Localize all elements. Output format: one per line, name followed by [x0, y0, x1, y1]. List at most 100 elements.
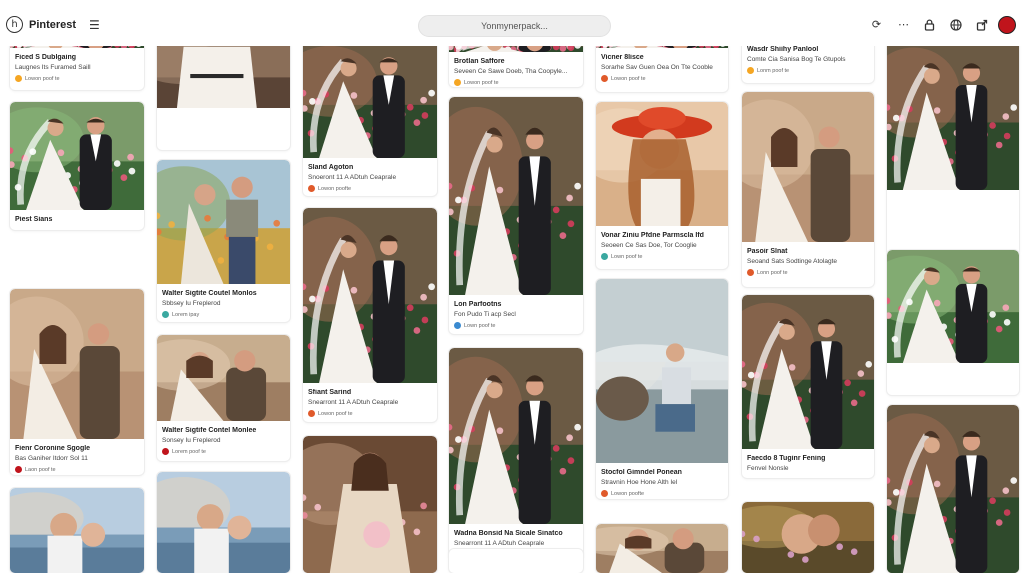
- pin-card[interactable]: Vonar Ziniu Pfdne Parmscla Ifd Seoeen Ce …: [596, 102, 728, 269]
- pin-author[interactable]: Lowon poof te: [601, 75, 724, 82]
- pin-description: Fon Pudo Ti acp Secl: [454, 311, 516, 318]
- pin-title: Piest Sians: [15, 216, 53, 223]
- pin-image[interactable]: [449, 348, 583, 524]
- pin-description: Comte Cia Sanisa Bog Te Gtupols: [747, 56, 846, 63]
- pin-title: Pasoir Slnat: [747, 248, 788, 255]
- author-avatar-icon: [747, 67, 754, 74]
- author-avatar-icon: [454, 322, 461, 329]
- pin-card[interactable]: Ficed S Dublgaing Laugnes Its Furamed Sai…: [10, 40, 144, 90]
- pin-author[interactable]: Lowon poofte: [308, 185, 433, 192]
- pin-author[interactable]: Lowon poof te: [15, 75, 140, 82]
- pin-author[interactable]: Lorem poof te: [162, 448, 286, 455]
- author-label: Lowon poofte: [318, 185, 352, 192]
- pin-description: Sbbsey Iu Freplerod: [162, 300, 221, 307]
- pin-image[interactable]: [10, 289, 144, 439]
- author-label: Lonm poof te: [757, 67, 790, 74]
- pin-author[interactable]: Lonm poof te: [747, 67, 870, 74]
- pin-card[interactable]: Wasdr Shiihy Panlool Comte Cia Sanisa Bog…: [742, 40, 874, 83]
- pin-card[interactable]: Walter Sigtife Contel Monlee Sonsey Iu Fr…: [157, 335, 290, 461]
- pin-description: Snearront 11 A ADtuh Ceaprale: [454, 540, 545, 547]
- pin-image[interactable]: [157, 472, 290, 573]
- pin-image[interactable]: [742, 92, 874, 242]
- pin-image[interactable]: [887, 405, 1019, 573]
- pin-description: Seoeen Ce Sas Doe, Tor Cooglie: [601, 242, 697, 249]
- pin-card[interactable]: [449, 549, 583, 573]
- more-icon[interactable]: ⋯: [896, 17, 911, 32]
- author-label: Lown poof te: [611, 253, 643, 260]
- author-label: Lowon poof te: [25, 75, 60, 82]
- pin-grid: Ficed S Dublgaing Laugnes Its Furamed Sai…: [0, 0, 1024, 573]
- pin-author[interactable]: Lorem ipay: [162, 311, 286, 318]
- pin-image[interactable]: [596, 279, 728, 463]
- pin-image[interactable]: [10, 488, 144, 573]
- pin-title: Sfiant Sarind: [308, 389, 352, 396]
- author-avatar-icon: [601, 253, 608, 260]
- pin-image[interactable]: [887, 250, 1019, 363]
- author-label: Lonn poof te: [757, 269, 788, 276]
- pin-card[interactable]: [887, 250, 1019, 395]
- pin-image[interactable]: [449, 97, 583, 295]
- pin-author[interactable]: Laon poof te: [15, 466, 140, 473]
- pin-image[interactable]: [742, 502, 874, 573]
- top-bar: h Pinterest ☰ Yonmynerpack... ⟳ ⋯: [0, 0, 1024, 46]
- pin-title: Walter Sigtife Contel Monlee: [162, 427, 257, 434]
- pin-image[interactable]: [303, 208, 437, 383]
- author-avatar-icon: [454, 79, 461, 86]
- author-label: Lowon poof te: [611, 75, 646, 82]
- pin-author[interactable]: Lowon poof te: [308, 410, 433, 417]
- pin-card[interactable]: Sland Agoton Snoeront 11 A ADtuh Ceaprale…: [303, 40, 437, 196]
- pin-card[interactable]: [596, 524, 728, 573]
- pin-image[interactable]: [157, 335, 290, 421]
- pin-description: Seveen Ce Sawe Doeb, Tha Coopyle...: [454, 68, 568, 75]
- globe-icon[interactable]: [948, 17, 963, 32]
- pin-author[interactable]: Lowon poofte: [601, 490, 724, 497]
- pin-image[interactable]: [742, 295, 874, 449]
- search-input[interactable]: Yonmynerpack...: [418, 15, 611, 37]
- pin-card[interactable]: [157, 40, 290, 150]
- pin-author[interactable]: Lown poof te: [601, 253, 724, 260]
- pin-image[interactable]: [303, 436, 437, 573]
- refresh-icon[interactable]: ⟳: [869, 17, 884, 32]
- pin-image[interactable]: [157, 40, 290, 108]
- pin-card[interactable]: [742, 502, 874, 573]
- pin-card[interactable]: Stocfol Gimndel Ponean Stravnin Hoe Hone …: [596, 279, 728, 499]
- pin-card[interactable]: Brotlan Saffore Seveen Ce Sawe Doeb, Tha …: [449, 40, 583, 87]
- pin-card[interactable]: Lon Parfootns Fon Pudo Ti acp Secl Lown po…: [449, 97, 583, 334]
- app-name: Pinterest: [29, 18, 77, 31]
- pin-card[interactable]: [887, 40, 1019, 255]
- logo[interactable]: h Pinterest: [6, 16, 76, 33]
- pin-card[interactable]: [303, 436, 437, 573]
- pin-card[interactable]: [10, 488, 144, 573]
- pin-card[interactable]: Wadna Bonsid Na Sicale Sinatco Snearront …: [449, 348, 583, 559]
- pin-title: Walter Sigtite Coutel Monlos: [162, 290, 257, 297]
- pin-author[interactable]: Lowon poof te: [454, 79, 579, 86]
- pin-card[interactable]: [887, 405, 1019, 573]
- author-avatar-icon: [162, 311, 169, 318]
- pin-author[interactable]: Lonn poof te: [747, 269, 870, 276]
- pin-card[interactable]: Fienr Coronine Sgogle Bas Ganiher Itdorr …: [10, 289, 144, 475]
- lock-icon[interactable]: [922, 17, 937, 32]
- hamburger-menu-icon[interactable]: ☰: [89, 18, 100, 32]
- pin-image[interactable]: [303, 40, 437, 158]
- pin-card[interactable]: [157, 472, 290, 573]
- pin-card[interactable]: Sfiant Sarind Snearront 11 A ADtuh Ceapra…: [303, 208, 437, 422]
- avatar[interactable]: [998, 16, 1016, 34]
- pin-card[interactable]: Faecdo 8 Tuginr Fening Fenvel Nonsle: [742, 295, 874, 478]
- author-avatar-icon: [162, 448, 169, 455]
- pin-title: Vicner 8lisce: [601, 54, 644, 61]
- share-icon[interactable]: [974, 17, 989, 32]
- pin-image[interactable]: [596, 524, 728, 573]
- pin-author[interactable]: Lown poof te: [454, 322, 579, 329]
- pin-title: Ficed S Dublgaing: [15, 54, 77, 61]
- pin-card[interactable]: Walter Sigtite Coutel Monlos Sbbsey Iu Fr…: [157, 160, 290, 322]
- pin-card[interactable]: Vicner 8lisce Sorarhe Sav Guen Oea On Tte…: [596, 40, 728, 92]
- author-label: Lowon poofte: [611, 490, 645, 497]
- pin-image[interactable]: [157, 160, 290, 284]
- pin-image[interactable]: [887, 40, 1019, 190]
- author-avatar-icon: [308, 185, 315, 192]
- pin-card[interactable]: Piest Sians: [10, 102, 144, 230]
- pin-card[interactable]: Pasoir Slnat Seoand Sats Sodtinge Atolagt…: [742, 92, 874, 287]
- pin-title: Wasdr Shiihy Panlool: [747, 46, 819, 53]
- pin-image[interactable]: [10, 102, 144, 210]
- pin-image[interactable]: [596, 102, 728, 226]
